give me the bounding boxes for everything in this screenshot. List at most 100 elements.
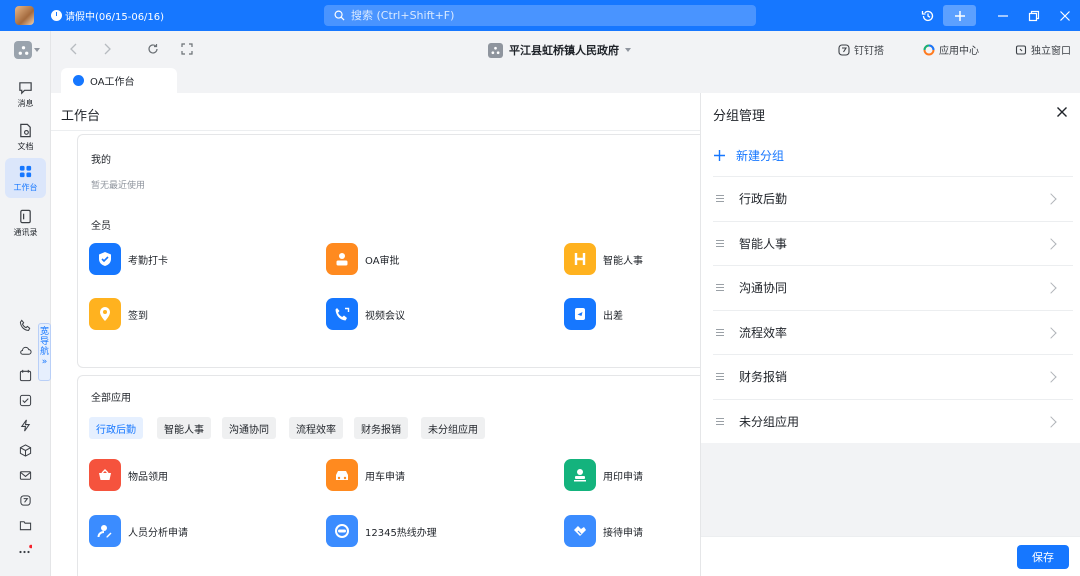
search-input[interactable]	[351, 9, 731, 22]
sidebar-item-workbench[interactable]: 工作台	[5, 158, 46, 198]
dingda-icon	[838, 43, 850, 56]
save-button[interactable]: 保存	[1017, 545, 1069, 569]
caret-down-icon	[34, 48, 40, 52]
group-row[interactable]: 财务报销	[713, 354, 1073, 398]
app-business-trip[interactable]: 出差	[564, 298, 623, 330]
group-label: 智能人事	[739, 237, 788, 251]
back-icon[interactable]	[69, 43, 79, 58]
app-center-label: 应用中心	[939, 46, 979, 57]
app-label: 人员分析申请	[128, 527, 188, 539]
calendar-icon[interactable]	[17, 367, 33, 383]
app-check-in[interactable]: 签到	[89, 298, 148, 330]
sidebar-item-docs[interactable]: 文档	[5, 117, 46, 157]
group-management-panel: 分组管理 新建分组 行政后勤 智能人事 沟通协同 流程效率 财务报销 未分组应用…	[700, 93, 1080, 576]
close-window-icon[interactable]	[1055, 6, 1074, 25]
group-label: 流程效率	[739, 326, 788, 340]
restore-icon[interactable]	[1024, 6, 1043, 25]
wide-nav-label: 宽导航	[39, 327, 49, 357]
cube-icon[interactable]	[17, 442, 33, 458]
global-search[interactable]	[324, 5, 756, 26]
app-smart-hr[interactable]: 智能人事	[564, 243, 643, 275]
workbench-icon	[73, 75, 84, 86]
airplane-icon	[564, 298, 596, 330]
app-12345-hotline[interactable]: 12345热线办理	[326, 515, 437, 547]
location-pin-icon	[89, 298, 121, 330]
group-label: 行政后勤	[739, 192, 788, 206]
contacts-icon	[20, 209, 31, 223]
sidebar-item-label: 通讯录	[13, 227, 38, 237]
create-button[interactable]	[943, 5, 976, 26]
dingda-link[interactable]: 钉钉搭	[838, 42, 884, 57]
leave-status-text: 请假中(06/15-06/16)	[65, 12, 165, 23]
avatar[interactable]	[15, 6, 34, 25]
chip-smart-hr[interactable]: 智能人事	[157, 417, 211, 439]
group-row[interactable]: 沟通协同	[713, 265, 1073, 309]
app-personnel-analysis[interactable]: 人员分析申请	[89, 515, 188, 547]
chevron-right-icon	[1045, 326, 1057, 339]
group-row[interactable]: 行政后勤	[713, 176, 1073, 220]
mine-title: 我的	[91, 155, 111, 166]
sidebar-item-messages[interactable]: 消息	[5, 74, 46, 114]
group-row[interactable]: 智能人事	[713, 221, 1073, 265]
chip-process-efficiency[interactable]: 流程效率	[289, 417, 343, 439]
app-attendance[interactable]: 考勤打卡	[89, 243, 168, 275]
wide-nav-toggle[interactable]: 宽导航 »	[38, 323, 51, 381]
tab-oa-workbench[interactable]: OA工作台	[61, 68, 177, 93]
app-seal-request[interactable]: 用印申请	[564, 459, 643, 491]
double-chevron-icon: »	[41, 357, 48, 367]
app-oa-approval[interactable]: OA审批	[326, 243, 400, 275]
todo-icon[interactable]	[17, 392, 33, 408]
new-group-label: 新建分组	[736, 149, 785, 163]
history-icon[interactable]	[918, 6, 937, 25]
drag-handle-icon[interactable]	[716, 193, 724, 204]
app-video-meeting[interactable]: 视频会议	[326, 298, 405, 330]
org-selector[interactable]: 平江县虹桥镇人民政府	[488, 42, 631, 58]
standalone-window-link[interactable]: 独立窗口	[1015, 42, 1071, 57]
drag-handle-icon[interactable]	[716, 371, 724, 382]
chevron-right-icon	[1045, 281, 1057, 294]
drag-handle-icon[interactable]	[716, 282, 724, 293]
leave-status[interactable]: 请假中(06/15-06/16)	[51, 8, 164, 23]
plus-icon	[954, 10, 965, 21]
divider	[51, 130, 700, 131]
video-call-icon	[326, 298, 358, 330]
app-reception-request[interactable]: 接待申请	[564, 515, 643, 547]
all-members-title: 全员	[91, 221, 111, 232]
page-title: 工作台	[61, 109, 101, 124]
left-sidebar: 消息 文档 工作台 通讯录 宽导航 »	[0, 31, 51, 576]
chip-admin-logistics[interactable]: 行政后勤	[89, 417, 143, 439]
browser-toolbar: 平江县虹桥镇人民政府 钉钉搭 应用中心 独立窗口	[51, 31, 1080, 68]
chip-finance[interactable]: 财务报销	[354, 417, 408, 439]
hr-icon	[564, 243, 596, 275]
group-row[interactable]: 未分组应用	[713, 399, 1073, 443]
lightning-icon[interactable]	[17, 417, 33, 433]
folder-icon[interactable]	[17, 517, 33, 533]
drag-handle-icon[interactable]	[716, 327, 724, 338]
more-icon[interactable]	[17, 543, 33, 559]
chip-collaboration[interactable]: 沟通协同	[222, 417, 276, 439]
minimize-icon[interactable]	[993, 6, 1012, 25]
dingda-label: 钉钉搭	[854, 46, 884, 57]
fullscreen-icon[interactable]	[181, 43, 193, 58]
members-card: 我的 暂无最近使用 全员 考勤打卡 OA审批 智能人事 签到 视频会议 出差	[77, 134, 700, 368]
group-row[interactable]: 流程效率	[713, 310, 1073, 354]
title-bar: 请假中(06/15-06/16)	[0, 0, 1080, 31]
app-center-link[interactable]: 应用中心	[923, 42, 979, 57]
org-switcher[interactable]	[14, 41, 40, 59]
ding-icon[interactable]	[17, 492, 33, 508]
drag-handle-icon[interactable]	[716, 238, 724, 249]
cloud-icon[interactable]	[17, 342, 33, 358]
all-apps-card: 全部应用 行政后勤 智能人事 沟通协同 流程效率 财务报销 未分组应用 物品领用…	[77, 375, 700, 576]
app-vehicle-request[interactable]: 用车申请	[326, 459, 405, 491]
refresh-icon[interactable]	[147, 43, 159, 58]
drag-handle-icon[interactable]	[716, 416, 724, 427]
new-group-button[interactable]: 新建分组	[713, 147, 784, 164]
chip-ungrouped[interactable]: 未分组应用	[421, 417, 485, 439]
close-icon[interactable]	[1054, 104, 1070, 120]
forward-icon[interactable]	[102, 43, 112, 58]
phone-icon[interactable]	[17, 317, 33, 333]
app-item-requisition[interactable]: 物品领用	[89, 459, 168, 491]
clock-icon	[51, 10, 62, 21]
sidebar-item-contacts[interactable]: 通讯录	[5, 203, 46, 243]
mail-icon[interactable]	[17, 467, 33, 483]
